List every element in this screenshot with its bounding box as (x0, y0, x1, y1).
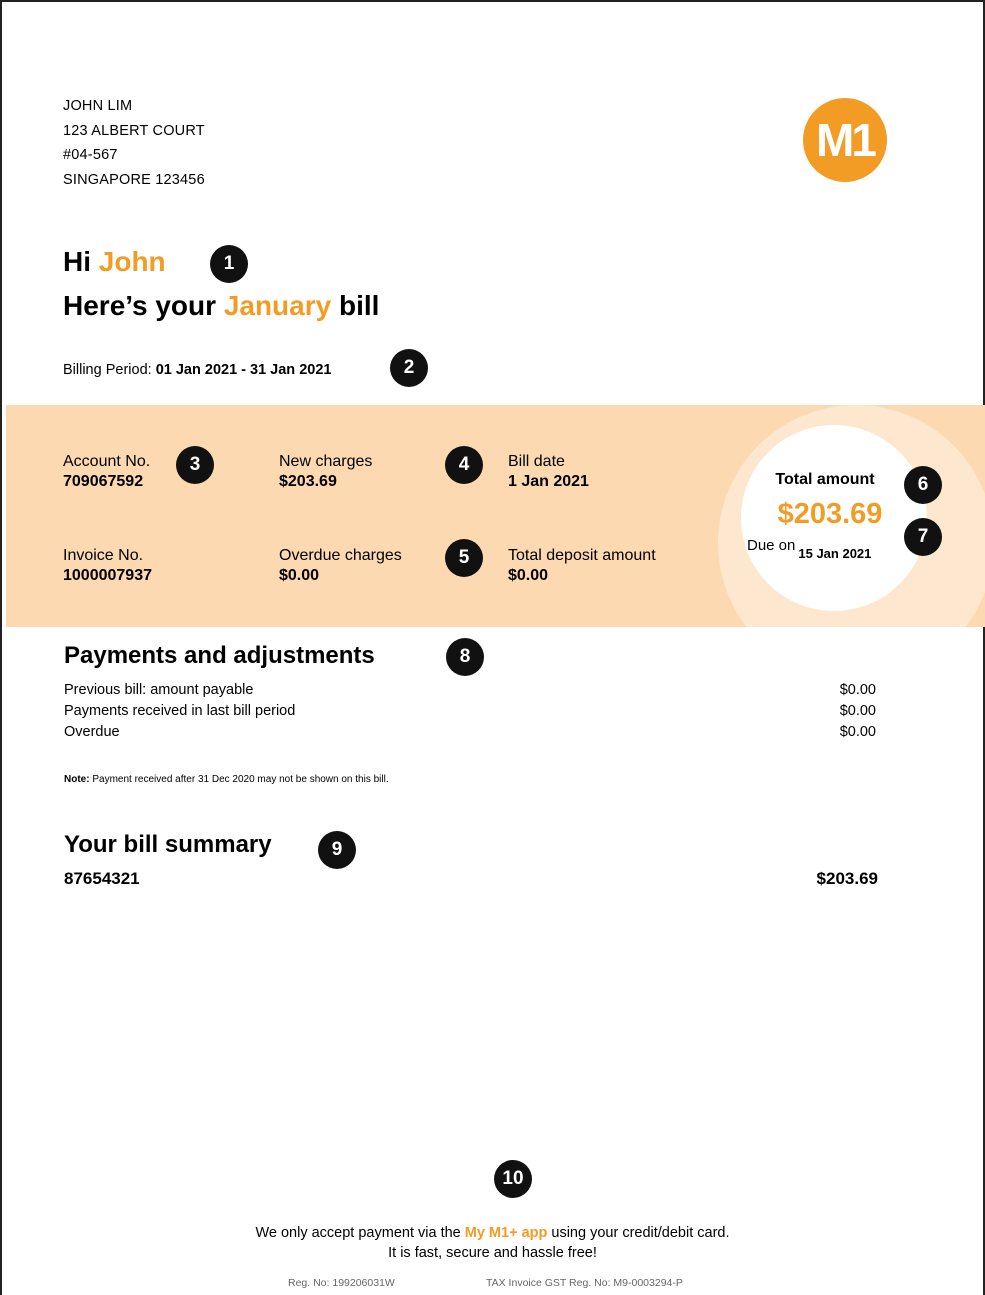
greeting-line: Hi John (63, 246, 166, 278)
due-on-label: Due on (747, 537, 796, 554)
new-charges-value: $203.69 (279, 473, 337, 490)
overdue-charges-value: $0.00 (279, 567, 320, 584)
footer-payment-line: We only accept payment via the My M1+ ap… (0, 1223, 985, 1243)
due-date-value: 15 Jan 2021 (798, 546, 872, 561)
total-deposit-label: Total deposit amount (508, 547, 656, 564)
billing-period-label: Billing Period: (63, 362, 152, 378)
greeting-hi: Hi (63, 246, 91, 277)
total-amount-value: $203.69 (777, 498, 883, 530)
payments-row-label: Previous bill: amount payable (64, 682, 254, 698)
bill-summary-title: Your bill summary (64, 831, 272, 858)
bill-summary-number: 87654321 (64, 869, 140, 888)
address-line-2: #04-567 (63, 147, 118, 163)
bill-heading: Here’s your January bill (63, 290, 379, 322)
payments-row: Payments received in last bill period $0… (64, 701, 876, 722)
callout-badge-1: 1 (210, 245, 248, 283)
callout-badge-8: 8 (446, 638, 484, 676)
payment-note-label: Note: (64, 774, 90, 785)
payment-note: Note: Payment received after 31 Dec 2020… (64, 774, 389, 785)
bill-word: bill (339, 290, 380, 321)
invoice-no-label: Invoice No. (63, 547, 144, 564)
payments-row-amount: $0.00 (839, 682, 876, 698)
payments-row-label: Payments received in last bill period (64, 703, 296, 719)
overdue-charges-block: Overdue charges $0.00 (279, 546, 402, 586)
footer-line1-before: We only accept payment via the (255, 1225, 461, 1241)
footer-tagline: It is fast, secure and hassle free! (388, 1245, 597, 1261)
bill-summary-amount: $203.69 (816, 869, 878, 888)
payments-row-amount: $0.00 (839, 724, 876, 740)
callout-badge-6: 6 (904, 466, 942, 504)
payments-row-label: Overdue (64, 724, 120, 740)
callout-badge-5: 5 (445, 539, 483, 577)
account-no-label: Account No. (63, 453, 151, 470)
footer-line1-after: using your credit/debit card. (551, 1225, 730, 1241)
m1-logo: M1 (803, 98, 887, 182)
total-deposit-block: Total deposit amount $0.00 (508, 546, 656, 586)
payments-row: Previous bill: amount payable $0.00 (64, 680, 876, 701)
billing-period-value: 01 Jan 2021 - 31 Jan 2021 (155, 362, 332, 378)
bill-date-block: Bill date 1 Jan 2021 (508, 452, 589, 492)
callout-badge-7: 7 (904, 518, 942, 556)
my-m1-app-link[interactable]: My M1+ app (465, 1225, 548, 1241)
invoice-no-value: 1000007937 (63, 567, 152, 584)
heres-your-text: Here’s your (63, 290, 217, 321)
callout-badge-3: 3 (176, 446, 214, 484)
gst-reg-no: TAX Invoice GST Reg. No: M9-0003294-P (486, 1277, 683, 1289)
bill-month: January (223, 290, 332, 321)
m1-logo-text: M1 (816, 114, 877, 166)
billing-period: Billing Period: 01 Jan 2021 - 31 Jan 202… (63, 362, 331, 378)
callout-badge-9: 9 (318, 831, 356, 869)
customer-address: JOHN LIM 123 ALBERT COURT #04-567 SINGAP… (63, 94, 205, 192)
bill-date-value: 1 Jan 2021 (508, 473, 589, 490)
new-charges-label: New charges (279, 453, 373, 470)
customer-name: JOHN LIM (63, 98, 133, 114)
overdue-charges-label: Overdue charges (279, 547, 402, 564)
total-amount-label: Total amount (775, 471, 875, 488)
invoice-no-block: Invoice No. 1000007937 (63, 546, 152, 586)
address-line-3: SINGAPORE 123456 (63, 171, 205, 188)
due-on-block: Due on 15 Jan 2021 (747, 537, 907, 563)
greeting-first-name: John (98, 246, 166, 277)
address-line-1: 123 ALBERT COURT (63, 122, 205, 139)
payments-row: Overdue $0.00 (64, 722, 876, 743)
callout-badge-2: 2 (390, 349, 428, 387)
account-no-value: 709067592 (63, 473, 144, 490)
new-charges-block: New charges $203.69 (279, 452, 372, 492)
company-reg-no: Reg. No: 199206031W (288, 1277, 395, 1289)
payments-title: Payments and adjustments (64, 642, 375, 669)
payments-row-amount: $0.00 (839, 703, 876, 719)
payment-note-text: Payment received after 31 Dec 2020 may n… (92, 774, 389, 785)
callout-badge-4: 4 (445, 446, 483, 484)
bill-date-label: Bill date (508, 453, 565, 470)
callout-badge-10: 10 (494, 1160, 532, 1198)
account-no-block: Account No. 709067592 (63, 452, 150, 492)
total-deposit-value: $0.00 (508, 567, 549, 584)
